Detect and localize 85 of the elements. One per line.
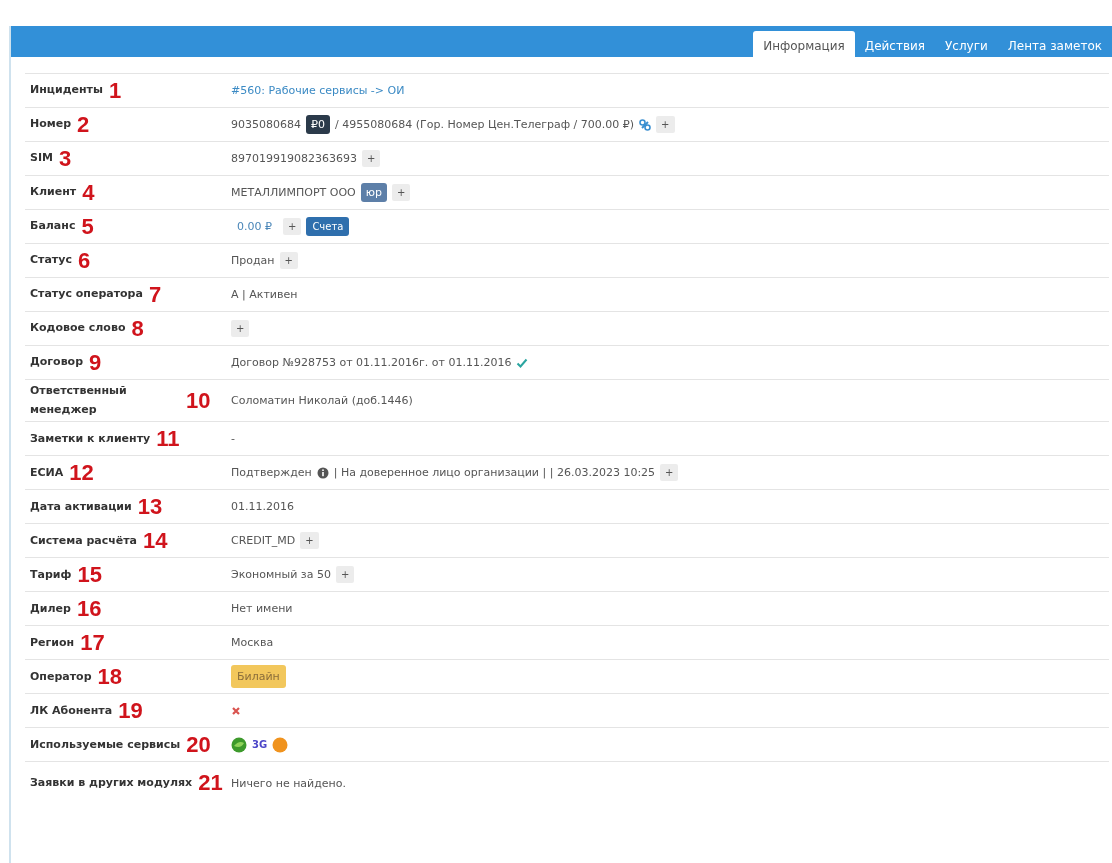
client-type-badge: юр <box>360 183 387 202</box>
field-value: 01.11.2016 <box>231 500 294 514</box>
info-icon <box>316 466 329 479</box>
tab[interactable]: Информация <box>753 31 855 57</box>
field-label: Кодовое слово <box>30 320 126 337</box>
field-label: Статус <box>30 252 72 269</box>
add-button[interactable]: + <box>279 252 298 269</box>
field-label: ЕСИА <box>30 464 64 481</box>
field-label: Номер <box>30 116 72 133</box>
field-label: Дата активации <box>30 498 132 515</box>
annotation-number: 6 <box>77 249 91 272</box>
field-value: Соломатин Николай (доб.1446) <box>231 394 413 408</box>
leaf-icon <box>231 736 247 753</box>
link-icon <box>639 118 652 131</box>
annotation-number: 13 <box>137 495 163 518</box>
annotation-number: 9 <box>89 351 102 374</box>
field-label: Используемые сервисы <box>30 736 181 753</box>
tab[interactable]: Лента заметок <box>997 31 1112 57</box>
add-button[interactable]: + <box>362 150 381 167</box>
field-value: 897019919082363693 <box>231 152 357 165</box>
add-button[interactable]: + <box>335 566 355 584</box>
annotation-number: 5 <box>81 215 94 238</box>
annotation-number: 10 <box>186 389 211 412</box>
accounts-button[interactable]: Счета <box>306 217 350 236</box>
annotation-number: 21 <box>198 772 223 795</box>
annotation-number: 16 <box>76 597 102 620</box>
field-value: CREDIT_MD <box>231 534 296 548</box>
field-label: Инциденты <box>30 82 103 99</box>
field-value: Ничего не найдено. <box>231 776 347 790</box>
field-label: Заметки к клиенту <box>30 430 151 447</box>
annotation-number: 4 <box>82 181 95 204</box>
field-value: - <box>231 432 235 446</box>
service-icon <box>272 736 289 753</box>
field-value: Нет имени <box>231 602 293 616</box>
add-button[interactable]: + <box>283 218 302 235</box>
annotation-number: 1 <box>108 79 122 102</box>
field-label: Регион <box>30 634 75 651</box>
add-button[interactable]: + <box>656 116 675 133</box>
annotation-number: 2 <box>77 113 90 136</box>
field-label: Система расчёта <box>30 532 137 549</box>
incident-link[interactable]: #560: Рабочие сервисы -> ОИ <box>231 84 405 97</box>
annotation-number: 14 <box>143 529 168 552</box>
annotation-number: 7 <box>148 283 162 306</box>
annotation-number: 8 <box>131 317 144 340</box>
add-button[interactable]: + <box>660 464 679 482</box>
field-value: Москва <box>231 636 274 650</box>
annotation-number: 17 <box>80 631 105 654</box>
check-icon <box>516 356 529 369</box>
add-button[interactable]: + <box>391 184 411 201</box>
field-value: / 4955080684 (Гор. Номер Цен.Телеграф / 700.00 ₽) <box>335 118 635 131</box>
annotation-number: 20 <box>186 733 211 756</box>
annotation-number: 18 <box>97 665 122 688</box>
field-label: Клиент <box>30 184 77 201</box>
balance-badge: ₽0 <box>306 115 330 134</box>
annotation-number: 15 <box>77 563 102 586</box>
field-value: Договор №928753 от 01.11.2016г. от 01.11.2016 <box>231 356 512 369</box>
field-value: Продан <box>231 254 275 267</box>
field-label: Баланс <box>30 218 76 235</box>
field-label: Оператор <box>30 668 92 685</box>
field-label: Ответственный менеджер <box>30 383 128 418</box>
annotation-number: 12 <box>69 461 94 484</box>
field-value: Экономный за 50 <box>231 568 331 582</box>
field-label: Договор <box>30 354 84 371</box>
field-value: Подтвержден <box>231 466 312 480</box>
field-value: 9035080684 <box>231 118 301 131</box>
field-label: Статус оператора <box>30 286 143 303</box>
network-label: 3G <box>252 739 268 751</box>
field-label: Тариф <box>30 566 72 583</box>
annotation-number: 19 <box>118 699 143 722</box>
add-button[interactable]: + <box>231 320 250 337</box>
field-label: Заявки в других модулях <box>30 775 193 792</box>
field-label: Дилер <box>30 600 71 617</box>
operator-badge: Билайн <box>231 665 286 689</box>
annotation-number: 11 <box>156 427 180 450</box>
tab[interactable]: Действия <box>854 31 936 57</box>
field-value: А | Активен <box>231 288 298 301</box>
add-button[interactable]: + <box>300 532 319 550</box>
field-label: SIM <box>30 150 53 167</box>
tab[interactable]: Услуги <box>935 31 998 57</box>
balance-amount: 0.00 ₽ <box>236 220 273 233</box>
field-value: | На доверенное лицо организации | | 26.03.2023 10:25 <box>333 466 656 480</box>
cross-icon <box>231 705 241 716</box>
field-label: ЛК Абонента <box>30 702 113 719</box>
field-value: МЕТАЛЛИМПОРТ ООО <box>231 186 356 199</box>
annotation-number: 3 <box>58 147 72 170</box>
